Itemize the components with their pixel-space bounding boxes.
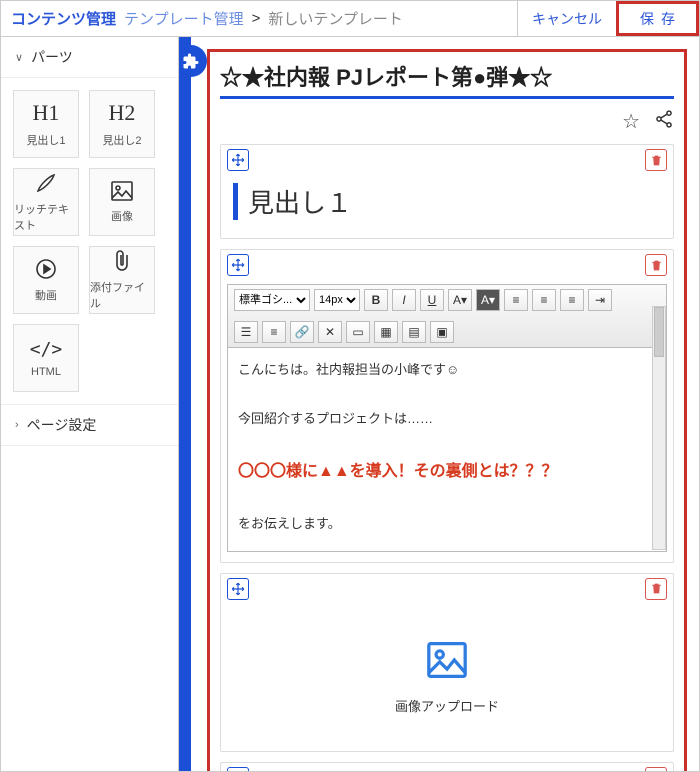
h2-icon: H2 <box>109 100 136 126</box>
bold-button[interactable]: B <box>364 289 388 311</box>
stage-rail <box>179 37 191 771</box>
align-left-button[interactable]: ≡ <box>504 289 528 311</box>
block-heading[interactable]: 見出し１ <box>220 144 674 239</box>
part-label: 見出し2 <box>102 132 141 148</box>
brush-icon <box>34 171 58 195</box>
breadcrumb-root[interactable]: コンテンツ管理 <box>11 8 116 29</box>
template-title-row: ☆★社内報 PJレポート第●弾★☆ <box>220 60 674 99</box>
part-label: HTML <box>31 366 61 378</box>
move-handle[interactable] <box>227 254 249 276</box>
richtext-toolbar: 標準ゴシ... 14px B I U A▾ A▾ ≡ ≡ ≡ ⇥ <box>227 284 667 348</box>
accordion-parts-label: パーツ <box>31 47 73 67</box>
editor-stage: ☆★社内報 PJレポート第●弾★☆ ☆ <box>179 37 699 771</box>
rt-line: 今回紹介するプロジェクトは…… <box>238 407 656 432</box>
meta-row: ☆ <box>220 109 674 134</box>
move-handle[interactable] <box>227 578 249 600</box>
accordion-parts[interactable]: ∨ パーツ <box>1 37 178 78</box>
delete-button[interactable] <box>645 578 667 600</box>
richtext-area[interactable]: こんにちは。社内報担当の小峰です☺ 今回紹介するプロジェクトは…… 〇〇〇様に▲… <box>227 348 667 552</box>
rt-line: をお伝えします。 <box>238 512 656 537</box>
font-color-button[interactable]: A▾ <box>448 289 472 311</box>
image-icon <box>110 180 134 202</box>
block-image[interactable]: 画像アップロード <box>220 573 674 752</box>
h1-icon: H1 <box>33 100 60 126</box>
breadcrumb-templates[interactable]: テンプレート管理 <box>124 8 244 29</box>
font-size-select[interactable]: 14px <box>314 289 360 311</box>
move-handle[interactable] <box>227 149 249 171</box>
scrollbar[interactable] <box>652 306 666 550</box>
breadcrumb-current: 新しいテンプレート <box>268 8 403 29</box>
part-label: 見出し1 <box>26 132 65 148</box>
link-button[interactable]: 🔗 <box>290 321 314 343</box>
accordion-page-settings[interactable]: › ページ設定 <box>1 404 178 446</box>
parts-palette: H1 見出し1 H2 見出し2 リッチテキスト 画像 <box>1 78 178 404</box>
align-right-button[interactable]: ≡ <box>560 289 584 311</box>
part-attachment[interactable]: 添付ファイル <box>89 246 155 314</box>
bg-color-button[interactable]: A▾ <box>476 289 500 311</box>
image-button[interactable]: ▭ <box>346 321 370 343</box>
share-icon[interactable] <box>654 109 674 134</box>
rt-line: こんにちは。社内報担当の小峰です☺ <box>238 358 656 383</box>
heading-text[interactable]: 見出し１ <box>233 183 661 220</box>
source-button[interactable]: ▣ <box>430 321 454 343</box>
table-button[interactable]: ▦ <box>374 321 398 343</box>
underline-button[interactable]: U <box>420 289 444 311</box>
template-canvas: ☆★社内報 PJレポート第●弾★☆ ☆ <box>207 49 687 771</box>
part-image[interactable]: 画像 <box>89 168 155 236</box>
delete-button[interactable] <box>645 149 667 171</box>
italic-button[interactable]: I <box>392 289 416 311</box>
indent-button[interactable]: ⇥ <box>588 289 612 311</box>
puzzle-badge[interactable] <box>179 45 207 77</box>
block-attachment[interactable] <box>220 762 674 771</box>
accordion-page-label: ページ設定 <box>27 415 97 435</box>
top-bar: コンテンツ管理 テンプレート管理 > 新しいテンプレート キャンセル 保存 <box>1 1 699 37</box>
font-family-select[interactable]: 標準ゴシ... <box>234 289 310 311</box>
template-title[interactable]: ☆★社内報 PJレポート第●弾★☆ <box>220 60 552 92</box>
align-center-button[interactable]: ≡ <box>532 289 556 311</box>
delete-button[interactable] <box>645 767 667 771</box>
cancel-button[interactable]: キャンセル <box>517 1 616 36</box>
list-ol-button[interactable]: ≡ <box>262 321 286 343</box>
part-label: 動画 <box>35 287 57 303</box>
part-video[interactable]: 動画 <box>13 246 79 314</box>
delete-button[interactable] <box>645 254 667 276</box>
part-richtext[interactable]: リッチテキスト <box>13 168 79 236</box>
list-ul-button[interactable]: ☰ <box>234 321 258 343</box>
chevron-down-icon: ∨ <box>15 51 23 64</box>
scrollbar-thumb[interactable] <box>654 307 664 357</box>
move-handle[interactable] <box>227 767 249 771</box>
block-richtext[interactable]: 標準ゴシ... 14px B I U A▾ A▾ ≡ ≡ ≡ ⇥ <box>220 249 674 563</box>
part-h2[interactable]: H2 見出し2 <box>89 90 155 158</box>
chevron-right-icon: › <box>15 419 19 431</box>
rt-line-emphasis: 〇〇〇様に▲▲を導入！その裏側とは？？？ <box>238 457 656 487</box>
clip-icon <box>111 249 133 273</box>
image-upload-label: 画像アップロード <box>231 696 663 715</box>
part-label: 画像 <box>111 208 133 224</box>
part-html[interactable]: </> HTML <box>13 324 79 392</box>
breadcrumb: コンテンツ管理 テンプレート管理 > 新しいテンプレート <box>11 8 517 29</box>
play-icon <box>34 257 58 281</box>
save-button[interactable]: 保存 <box>616 1 699 36</box>
image-upload-icon[interactable] <box>231 640 663 680</box>
code-icon: </> <box>30 339 63 360</box>
breadcrumb-sep: > <box>252 10 261 27</box>
part-label: リッチテキスト <box>14 201 78 233</box>
part-h1[interactable]: H1 見出し1 <box>13 90 79 158</box>
part-label: 添付ファイル <box>90 279 154 311</box>
top-actions: キャンセル 保存 <box>517 1 699 36</box>
sidebar: ∨ パーツ H1 見出し1 H2 見出し2 リッチテキスト <box>1 37 179 771</box>
grid-button[interactable]: ▤ <box>402 321 426 343</box>
unlink-button[interactable]: ✕ <box>318 321 342 343</box>
star-icon[interactable]: ☆ <box>622 109 640 134</box>
